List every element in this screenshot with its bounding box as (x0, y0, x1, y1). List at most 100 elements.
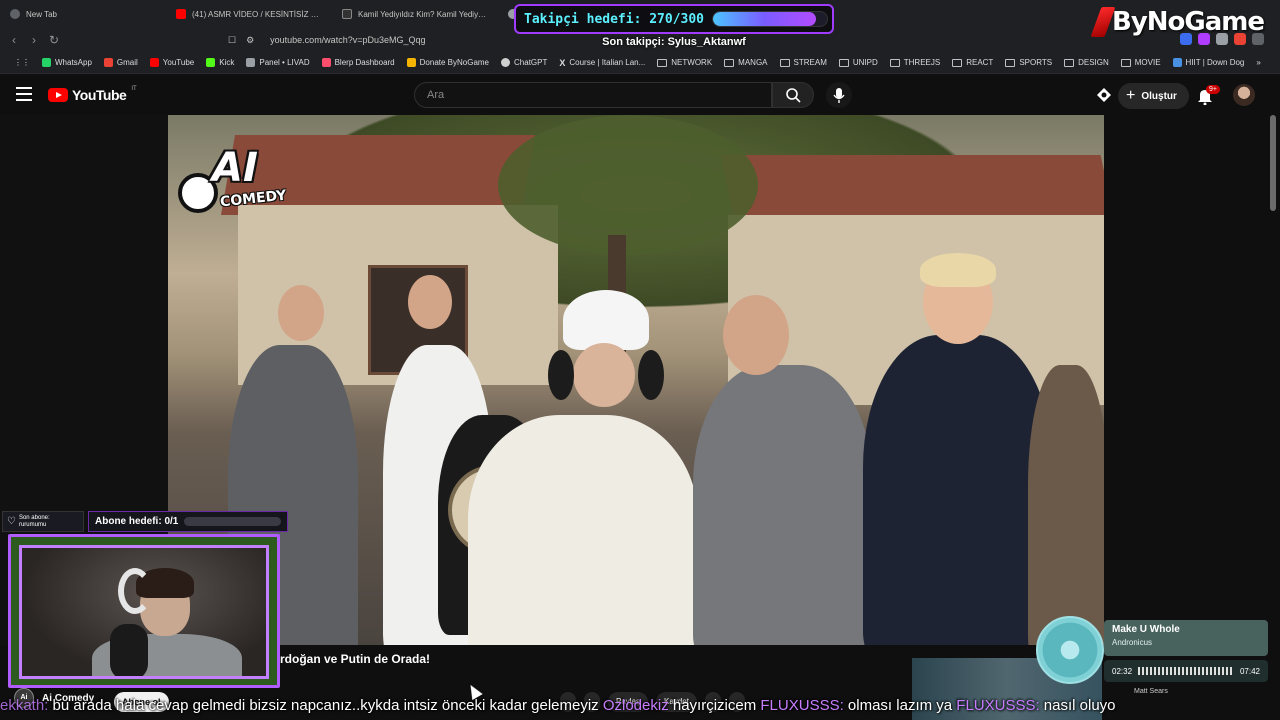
last-subscriber-name: rurumumu (18, 521, 47, 528)
follow-goal-fill (713, 12, 816, 26)
follow-goal-progress (712, 11, 829, 27)
microphone-icon (833, 88, 845, 103)
donate-icon (406, 58, 416, 67)
person-grey-suit (693, 365, 873, 645)
youtube-logo[interactable]: YouTube IT (48, 86, 137, 103)
person-head (408, 275, 452, 329)
video-title: rdoğan ve Putin de Orada! (280, 652, 431, 666)
microphone (110, 624, 148, 676)
subscriber-goal-label: Abone hedefi: 0/1 (95, 516, 179, 527)
music-duration: 07:42 (1239, 666, 1260, 676)
video-player[interactable]: AI COMEDY (168, 115, 1104, 645)
follow-goal-widget: Takipçi hedefi: 270/300 (514, 4, 834, 34)
player-right-margin (1104, 115, 1280, 645)
bookmark-folder-unipd[interactable]: UNIPD (833, 58, 884, 67)
ai-comedy-watermark: AI COMEDY (174, 145, 302, 223)
ticker-message: bu arada hala cevap gelmedi bizsiz napca… (48, 697, 603, 714)
bookmark-folder-design[interactable]: DESIGN (1058, 58, 1115, 67)
tab-new-tab[interactable]: New Tab (0, 0, 166, 28)
studio-icon[interactable] (1096, 87, 1112, 103)
ticker-message: hayırçizicem (668, 697, 761, 714)
person-white-robe (468, 415, 698, 645)
webcam-frame (8, 534, 280, 688)
bookmark-folder-stream[interactable]: STREAM (774, 58, 833, 67)
person-head (278, 285, 324, 341)
bookmark-chatgpt[interactable]: ChatGPT (495, 58, 553, 67)
folder-icon (1005, 58, 1016, 67)
bookmark-blerp[interactable]: Blerp Dashboard (316, 58, 401, 67)
tree-canopy (498, 115, 758, 255)
more-bookmarks-icon[interactable]: » (1250, 58, 1266, 67)
bookmark-folder-sports[interactable]: SPORTS (999, 58, 1058, 67)
whatsapp-icon (42, 58, 51, 67)
bookmark-whatsapp[interactable]: WhatsApp (36, 58, 98, 67)
bookmark-kick[interactable]: Kick (200, 58, 240, 67)
url-text[interactable]: youtube.com/watch?v=pDu3eMG_Qqg (270, 35, 425, 45)
site-info-icon[interactable]: ⚙ (246, 35, 254, 46)
webcam-feed (19, 545, 269, 679)
folder-icon (657, 58, 668, 67)
ticker-message: olması lazım ya (843, 697, 957, 714)
headset-icon (118, 568, 152, 614)
now-playing-card: Make U Whole Andronicus (1104, 620, 1268, 656)
menu-icon[interactable] (16, 87, 32, 101)
livad-icon (246, 58, 256, 67)
downdog-icon (1172, 58, 1182, 67)
kick-icon (206, 58, 216, 67)
bookmark-hiit[interactable]: HIIT | Down Dog (1167, 58, 1251, 67)
bookmark-folder-threejs[interactable]: THREEJS (884, 58, 946, 67)
bookmark-course[interactable]: X Course | Italian Lan... (553, 58, 651, 68)
forward-icon[interactable]: › (26, 32, 42, 48)
folder-icon (724, 58, 735, 67)
bookmark-folder-react[interactable]: REACT (946, 58, 999, 67)
heart-icon: ♡ (7, 516, 16, 527)
back-icon[interactable]: ‹ (6, 32, 22, 48)
bookmark-gmail[interactable]: Gmail (98, 58, 144, 67)
voice-search-button[interactable] (826, 82, 852, 108)
page-scrollbar[interactable] (1270, 115, 1276, 211)
music-elapsed: 02:32 (1112, 666, 1133, 676)
folder-icon (838, 58, 849, 67)
site-tab-icon (342, 9, 352, 19)
hair (638, 350, 664, 400)
youtube-header: YouTube IT Ara + Oluştur 9+ (0, 75, 1280, 115)
blerp-icon (321, 58, 331, 67)
account-avatar[interactable] (1233, 84, 1255, 106)
person-head (723, 295, 789, 375)
ticker-message: nasıl oluyo (1039, 697, 1116, 714)
gmail-icon (103, 58, 113, 67)
search-icon (786, 88, 801, 103)
last-subscriber: ♡ Son abone: rurumumu (2, 511, 84, 532)
music-progress: 02:32 07:42 (1104, 660, 1268, 682)
bookmark-livad[interactable]: Panel • LIVAD (240, 58, 315, 67)
bookmark-folder-manga[interactable]: MANGA (718, 58, 773, 67)
album-disc-icon (1036, 616, 1104, 684)
bookmark-folder-network[interactable]: NETWORK (651, 58, 718, 67)
subscriber-goal: Abone hedefi: 0/1 (88, 511, 288, 532)
search-button[interactable] (772, 82, 814, 108)
bookmark-star-icon[interactable]: ☐ (228, 35, 236, 46)
folder-icon (952, 58, 963, 67)
next-artist: Matt Sears (1134, 688, 1168, 695)
song-title: Make U Whole (1112, 624, 1180, 635)
tab-kamil-yediyildiz[interactable]: Kamil Yediyıldız Kim? Kamil Yediyıldız (332, 0, 498, 28)
bookmarks-bar: ⋮⋮ WhatsApp Gmail YouTube Kick Panel • L… (0, 52, 1280, 74)
youtube-play-icon (48, 88, 68, 102)
blond-hair (920, 253, 996, 287)
chatgpt-icon (501, 58, 511, 67)
create-button[interactable]: + Oluştur (1118, 83, 1189, 109)
reload-icon[interactable]: ↻ (46, 32, 62, 48)
ticker-username: ekkath: (0, 697, 49, 714)
folder-icon (779, 58, 790, 67)
ticker-username: FLUXUSSS: (760, 697, 844, 714)
apps-icon[interactable]: ⋮⋮ (8, 58, 36, 67)
bookmark-folder-movie[interactable]: MOVIE (1115, 58, 1167, 67)
tab-asmr-video[interactable]: (41) ASMR VİDEO / KESİNTİSİZ GECE (166, 0, 332, 28)
youtube-icon (149, 58, 159, 67)
last-subscriber-label: Son abone: (18, 514, 50, 521)
white-hat (563, 290, 649, 350)
bookmark-donate[interactable]: Donate ByNoGame (401, 58, 495, 67)
last-subscriber-text: Son abone: rurumumu (19, 515, 50, 529)
bookmark-youtube[interactable]: YouTube (144, 58, 200, 67)
search-input[interactable]: Ara (414, 82, 772, 108)
